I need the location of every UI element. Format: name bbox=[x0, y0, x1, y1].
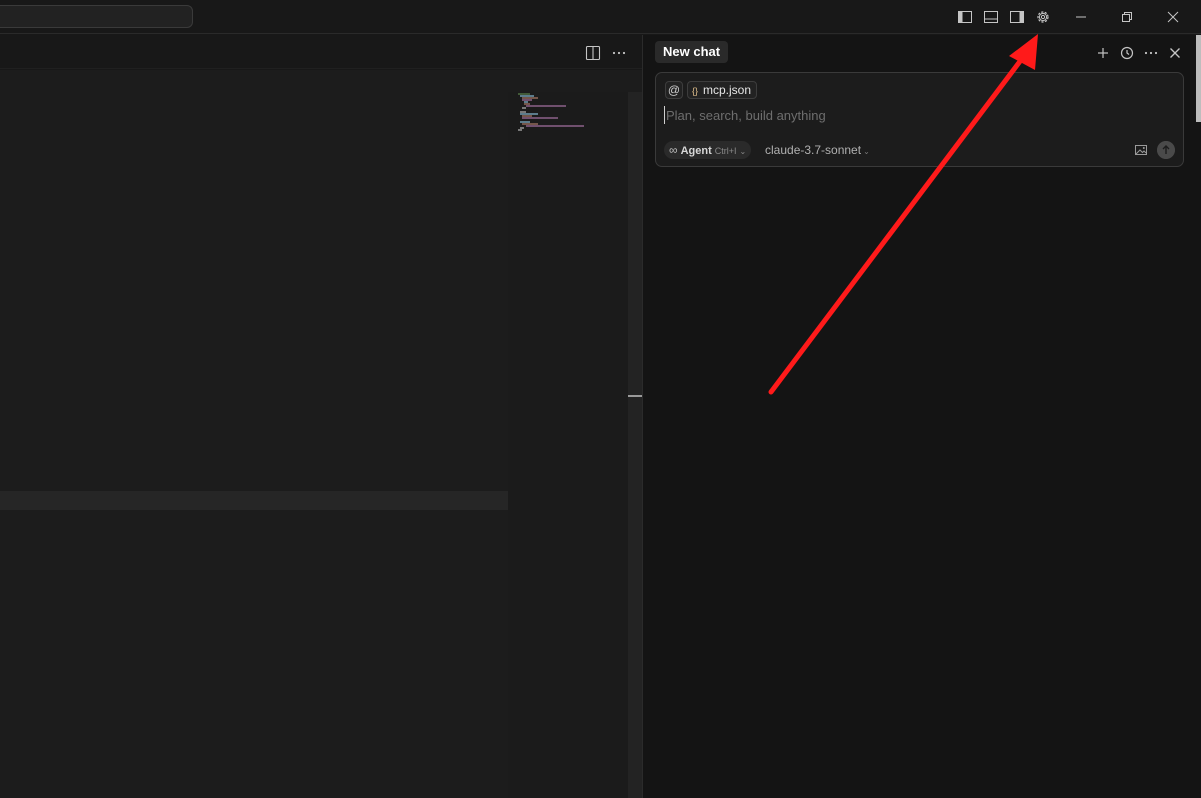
more-actions-icon[interactable] bbox=[611, 45, 627, 61]
panel-scrollbar[interactable] bbox=[1196, 35, 1201, 122]
agent-shortcut-label: Ctrl+I bbox=[714, 146, 737, 156]
chat-prompt-input[interactable] bbox=[664, 106, 1164, 124]
editor-tab-bar bbox=[0, 35, 642, 69]
split-editor-icon[interactable] bbox=[585, 45, 601, 61]
history-icon[interactable] bbox=[1119, 45, 1135, 61]
chevron-down-icon: ⌄ bbox=[739, 147, 747, 156]
chevron-down-icon: ⌄ bbox=[863, 147, 870, 156]
chat-panel: New chat @ {}mcp.json ∞AgentCtrl+I⌄ clau… bbox=[643, 35, 1201, 798]
command-center-search[interactable] bbox=[0, 5, 193, 28]
context-file-pill[interactable]: {} mcp.json bbox=[687, 81, 758, 99]
restore-icon[interactable] bbox=[1119, 9, 1135, 25]
agent-mode-label: Agent bbox=[680, 145, 712, 157]
more-icon[interactable] bbox=[1143, 45, 1159, 61]
context-file-name: mcp.json bbox=[703, 83, 752, 97]
minimize-icon[interactable] bbox=[1073, 9, 1089, 25]
chat-composer: @ {}mcp.json ∞AgentCtrl+I⌄ claude-3.7-so… bbox=[655, 72, 1184, 167]
agent-mode-dropdown[interactable]: ∞ Agent Ctrl+I ⌄ bbox=[664, 141, 752, 159]
minimap-preview bbox=[518, 93, 584, 131]
editor-scrollbar-thumb[interactable] bbox=[628, 395, 642, 397]
add-context-button[interactable]: @ bbox=[665, 81, 683, 99]
toggle-primary-sidebar-icon[interactable] bbox=[957, 9, 973, 25]
toggle-secondary-sidebar-icon[interactable] bbox=[1009, 9, 1025, 25]
new-chat-icon[interactable] bbox=[1095, 45, 1111, 61]
title-bar bbox=[0, 0, 1201, 34]
settings-gear-icon[interactable] bbox=[1035, 9, 1051, 25]
editor-area[interactable] bbox=[0, 70, 642, 798]
model-name: claude-3.7-sonnet bbox=[765, 143, 862, 157]
tab-new-chat[interactable]: New chat bbox=[655, 41, 729, 63]
toggle-panel-icon[interactable] bbox=[983, 9, 999, 25]
image-upload-icon[interactable] bbox=[1134, 143, 1148, 157]
infinity-icon: ∞ bbox=[669, 143, 678, 157]
send-button[interactable] bbox=[1157, 141, 1175, 159]
editor-scrollbar-track[interactable] bbox=[628, 92, 642, 798]
minimap[interactable] bbox=[508, 92, 628, 798]
close-panel-icon[interactable] bbox=[1167, 45, 1183, 61]
current-line-highlight bbox=[0, 491, 508, 510]
close-window-icon[interactable] bbox=[1165, 9, 1181, 25]
json-file-icon: {} bbox=[692, 86, 699, 96]
model-selector[interactable]: claude-3.7-sonnet ⌄ bbox=[765, 141, 870, 159]
